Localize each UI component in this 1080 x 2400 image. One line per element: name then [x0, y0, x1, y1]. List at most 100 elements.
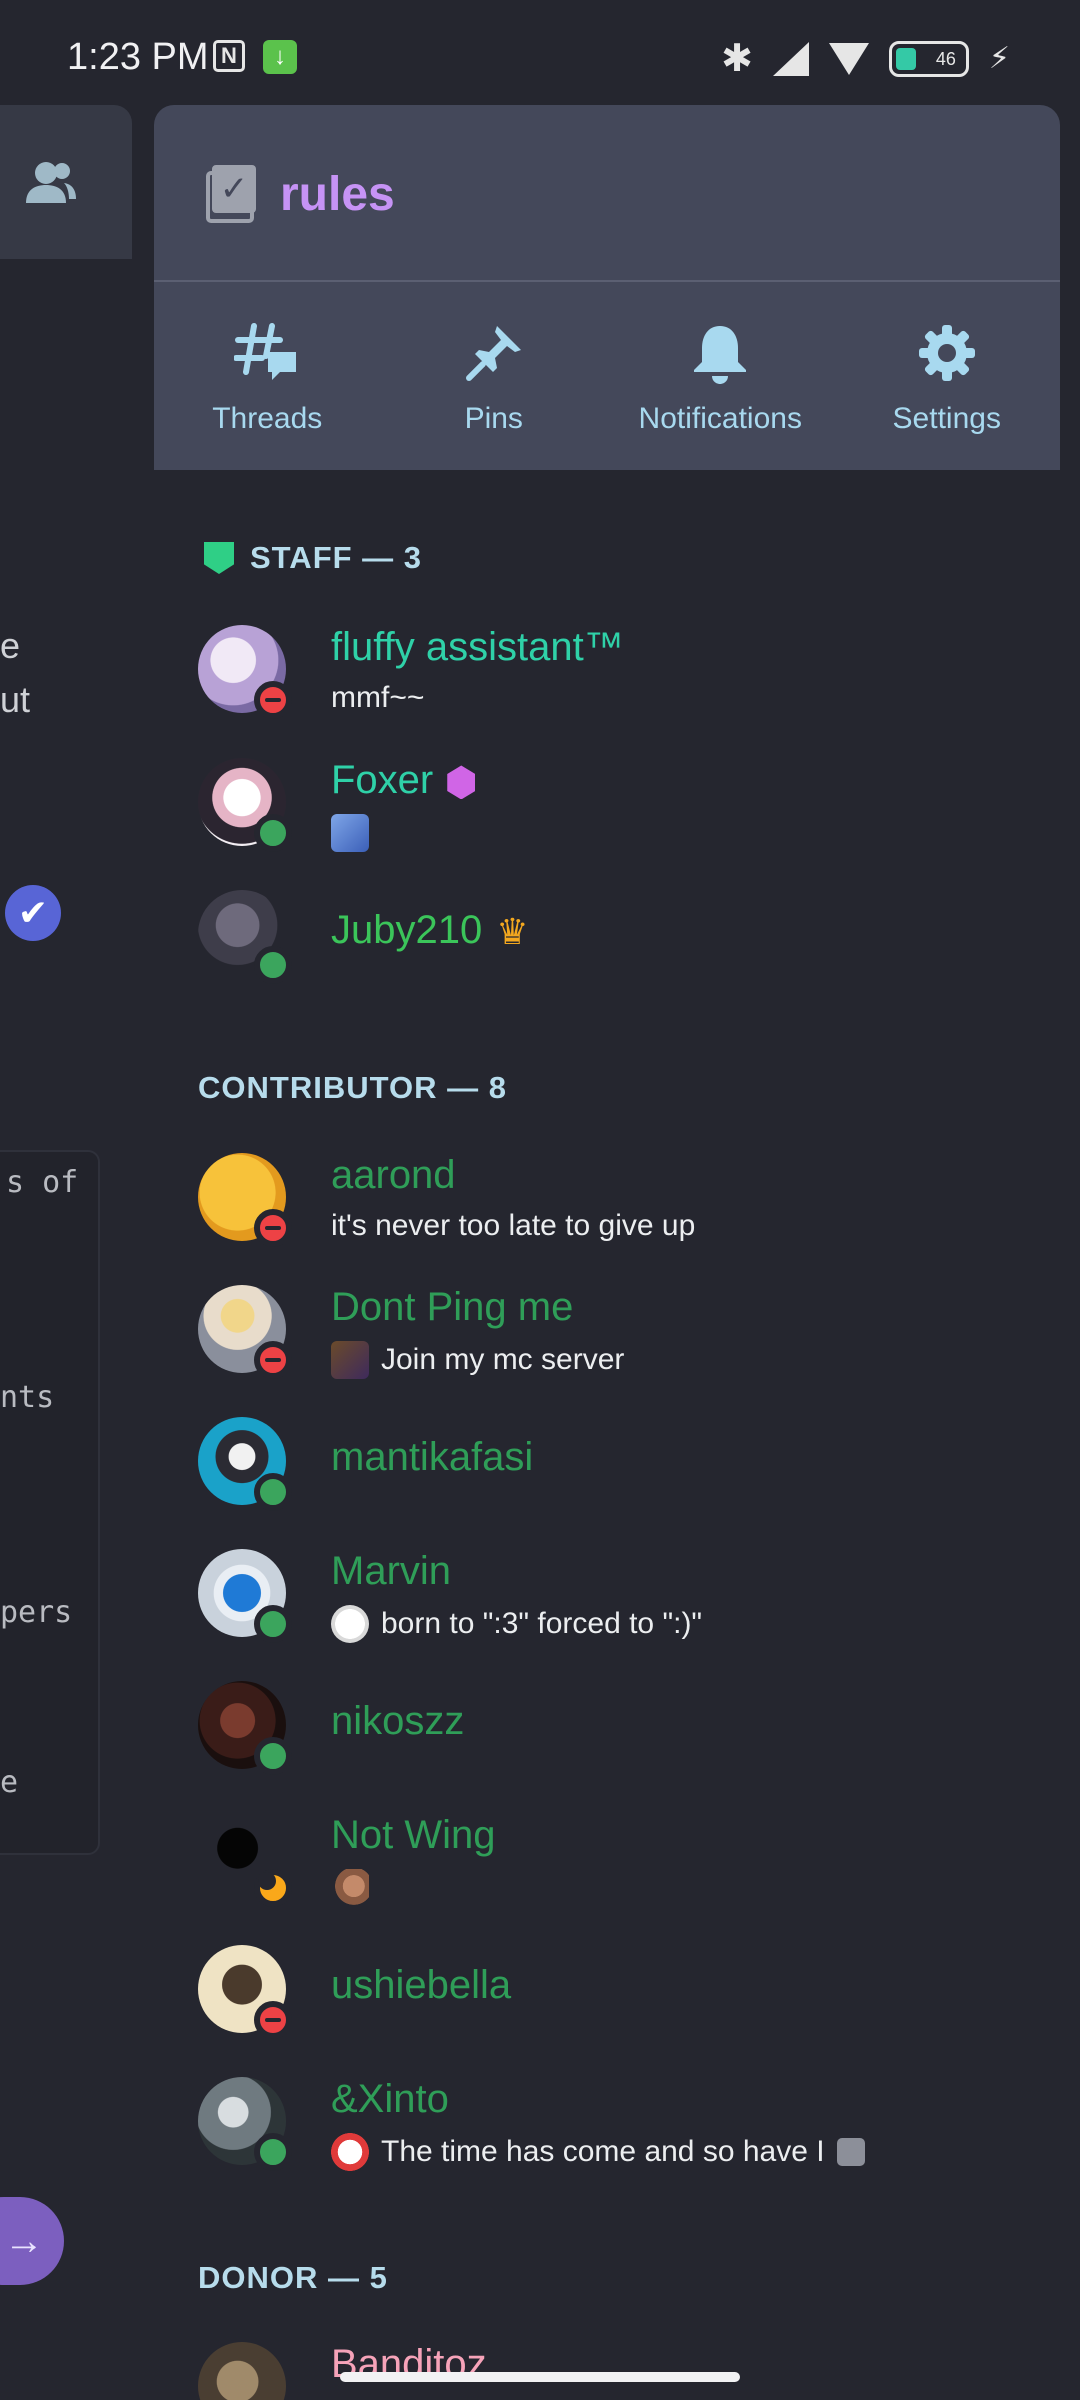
peek-mono-text: nts: [0, 1380, 55, 1415]
section-title: DONOR — 5: [198, 2260, 388, 2295]
peek-mono-text: pers: [0, 1595, 73, 1630]
alarm-clock-emoji-icon: [331, 2133, 369, 2171]
charging-icon: ⚡: [988, 42, 1010, 75]
download-icon: ↓: [263, 40, 297, 74]
status-online-icon: [254, 814, 292, 852]
threads-icon: [234, 322, 300, 384]
custom-emoji-icon: [331, 1341, 369, 1379]
member-name-wrap: Juby210 ♛: [331, 908, 529, 953]
member-row[interactable]: Marvin born to ":3" forced to ":)": [198, 1549, 1058, 1659]
gear-icon: [914, 322, 980, 384]
threads-label: Threads: [212, 402, 323, 435]
status-idle-icon: [254, 1869, 292, 1907]
crown-icon: ♛: [496, 911, 529, 953]
member-name-wrap: Foxer: [331, 758, 476, 803]
member-name: mantikafasi: [331, 1435, 534, 1479]
avatar: [198, 1681, 292, 1775]
peek-mono-text: e: [0, 1765, 19, 1800]
clock: 1:23 PM: [67, 36, 209, 78]
member-name: Juby210: [331, 908, 483, 952]
avatar: [198, 758, 292, 852]
member-status-text: mmf~~: [331, 681, 425, 714]
member-row[interactable]: Not Wing: [198, 1813, 1058, 1923]
member-status: Join my mc server: [331, 1341, 624, 1379]
section-title: CONTRIBUTOR — 8: [198, 1070, 507, 1105]
status-online-icon: [254, 1737, 292, 1775]
member-status-text: it's never too late to give up: [331, 1209, 696, 1242]
member-status-text: Join my mc server: [381, 1343, 625, 1376]
member-status: The time has come and so have I: [331, 2133, 865, 2171]
check-icon: ✔: [5, 885, 61, 941]
channel-actions: Threads Pins Notifications Settings: [154, 282, 1060, 470]
member-row[interactable]: Banditoz: [198, 2342, 1058, 2400]
status-dnd-icon: [254, 2001, 292, 2039]
status-bar: 1:23 PM N ↓ ✱ 46 ⚡: [0, 0, 1080, 110]
member-name: ushiebella: [331, 1963, 512, 2007]
settings-button[interactable]: Settings: [834, 282, 1061, 470]
member-row[interactable]: ushiebella: [198, 1945, 1058, 2055]
members-icon[interactable]: [20, 153, 80, 213]
member-row[interactable]: Foxer: [198, 758, 1058, 868]
member-row[interactable]: mantikafasi: [198, 1417, 1058, 1527]
status-online-icon: [254, 946, 292, 984]
member-name: Dont Ping me: [331, 1285, 574, 1329]
peek-embed: [0, 1150, 100, 1855]
cat-emoji-icon: [331, 1605, 369, 1643]
section-header-contributor: CONTRIBUTOR — 8: [198, 1070, 507, 1106]
notifications-button[interactable]: Notifications: [607, 282, 834, 470]
avatar: [198, 2342, 286, 2400]
settings-label: Settings: [892, 402, 1001, 435]
battery-level: 46: [935, 48, 956, 69]
member-row[interactable]: nikoszz: [198, 1681, 1058, 1791]
avatar: [198, 1549, 292, 1643]
member-name: Foxer: [331, 758, 434, 802]
peek-text: ut: [0, 679, 31, 720]
member-status-text: The time has come and so have I: [381, 2135, 825, 2168]
threads-button[interactable]: Threads: [154, 282, 381, 470]
document-icon: [836, 2138, 865, 2166]
pins-label: Pins: [464, 402, 523, 435]
member-row[interactable]: aarond it's never too late to give up: [198, 1153, 1058, 1263]
pins-button[interactable]: Pins: [381, 282, 608, 470]
peek-mono-text: s of: [6, 1165, 79, 1200]
notifications-label: Notifications: [638, 402, 802, 435]
battery-icon: 46: [888, 40, 969, 77]
member-name: &Xinto: [331, 2077, 449, 2121]
status-online-icon: [254, 2133, 292, 2171]
avatar: [198, 1417, 292, 1511]
send-arrow-button[interactable]: →: [0, 2197, 64, 2285]
avatar: [198, 1153, 292, 1247]
rules-channel-icon: ✓: [206, 165, 258, 223]
avatar: [198, 2077, 292, 2171]
avatar: [198, 1813, 292, 1907]
nfc-icon: N: [213, 40, 245, 72]
avatar: [198, 625, 292, 719]
pin-icon: [461, 322, 527, 384]
bell-icon: [687, 322, 753, 384]
status-online-icon: [254, 1473, 292, 1511]
avatar: [198, 1945, 292, 2039]
wifi-icon: [828, 42, 869, 75]
snail-emoji-icon: [331, 1869, 369, 1907]
member-name: Marvin: [331, 1549, 452, 1593]
section-header-donor: DONOR — 5: [198, 2260, 388, 2296]
status-online-icon: [254, 1605, 292, 1643]
member-row[interactable]: Dont Ping me Join my mc server: [198, 1285, 1058, 1395]
peek-text: e: [0, 625, 21, 666]
channel-name: rules: [280, 167, 395, 221]
member-name: nikoszz: [331, 1699, 465, 1743]
avatar: [198, 1285, 292, 1379]
custom-emoji-icon: [331, 814, 369, 852]
staff-role-icon: [204, 542, 234, 574]
background-chat-peek: e ut ✔ s of nts pers e →: [0, 105, 132, 2400]
member-row[interactable]: fluffy assistant™ mmf~~: [198, 625, 1058, 735]
avatar: [198, 890, 292, 984]
status-dnd-icon: [254, 1341, 292, 1379]
gesture-home-bar[interactable]: [340, 2372, 740, 2382]
member-row[interactable]: Juby210 ♛: [198, 890, 1058, 1000]
status-dnd-icon: [254, 1209, 292, 1247]
section-header-staff: STAFF — 3: [204, 540, 422, 576]
member-row[interactable]: &Xinto The time has come and so have I: [198, 2077, 1058, 2187]
status-dnd-icon: [254, 681, 292, 719]
booster-badge-icon: [447, 765, 476, 800]
